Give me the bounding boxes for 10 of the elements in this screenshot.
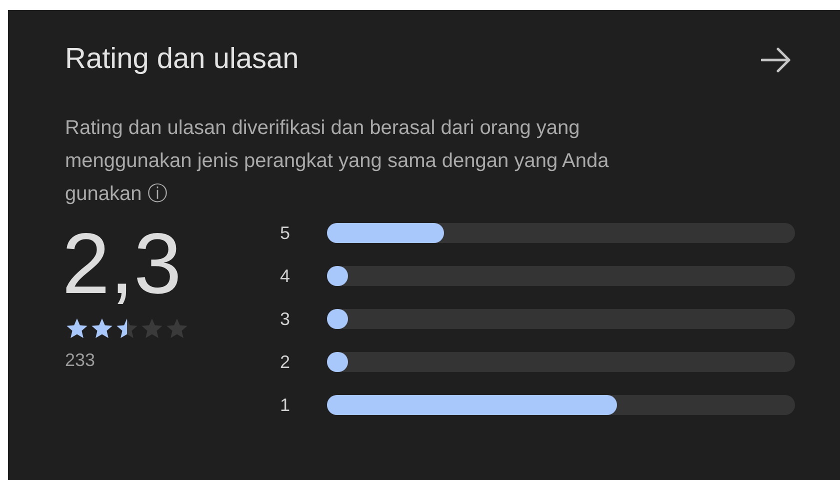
star-level-label: 1 <box>280 394 292 414</box>
arrow-right-icon[interactable] <box>761 46 791 73</box>
average-rating: 2,3 <box>62 216 183 310</box>
section-title: Rating dan ulasan <box>65 42 299 77</box>
star-level-label: 3 <box>280 308 292 328</box>
star-level-label: 4 <box>280 266 292 286</box>
star-level-label: 2 <box>280 352 292 372</box>
description-text: Rating dan ulasan diverifikasi dan berasal dari orang yang menggunakan jenis perangkat yang sama dengan yang Anda gunakan ⓘ <box>65 116 609 204</box>
star-level-label: 5 <box>280 222 292 242</box>
review-count: 233 <box>65 348 96 372</box>
